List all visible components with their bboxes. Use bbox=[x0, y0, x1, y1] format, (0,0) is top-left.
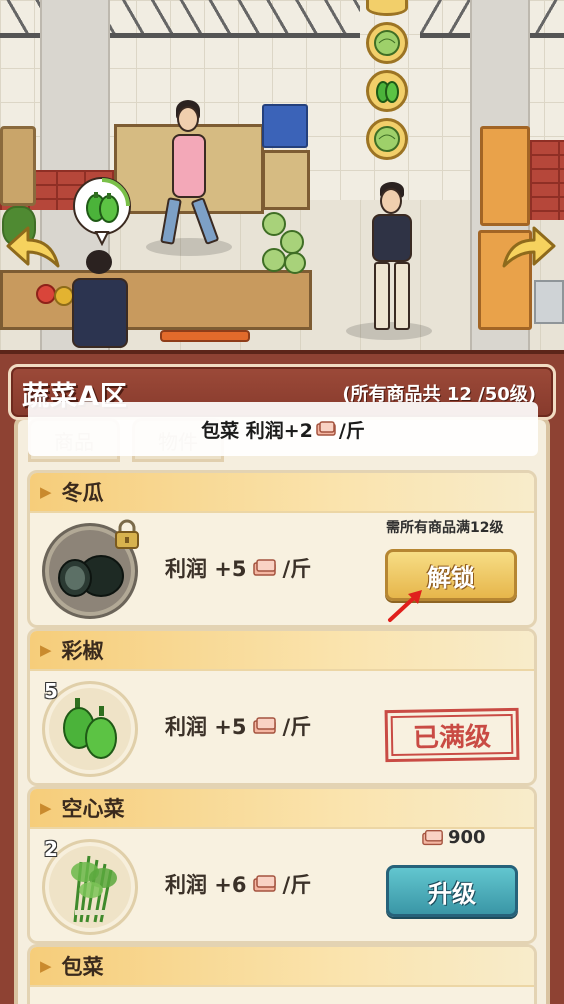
profit-toast: 包菜 利润+2 /斤 bbox=[28, 402, 538, 456]
max-level-stamp: 已满级 bbox=[384, 707, 520, 763]
pepper-token bbox=[366, 70, 408, 112]
profit-unit: /斤 bbox=[282, 873, 312, 897]
product-name: 彩椒 bbox=[61, 639, 104, 663]
shopkeeper bbox=[64, 250, 134, 350]
toast-text: 包菜 利润+2 bbox=[201, 419, 313, 442]
profit-unit: /斤 bbox=[282, 557, 312, 581]
profit-unit: /斤 bbox=[282, 715, 312, 739]
product-name: 冬瓜 bbox=[61, 481, 104, 505]
product-name: 空心菜 bbox=[61, 797, 125, 821]
customer-walking bbox=[150, 98, 230, 248]
water-spinach-icon bbox=[71, 855, 117, 923]
product-queue bbox=[366, 0, 412, 166]
card-header: ▶ 包菜 bbox=[30, 947, 534, 987]
card-header: ▶ 彩椒 bbox=[30, 631, 534, 671]
order-bubble[interactable] bbox=[72, 176, 132, 247]
blue-crate bbox=[262, 104, 308, 148]
cabbage-token bbox=[366, 118, 408, 160]
pointer-arrow-icon bbox=[388, 590, 422, 622]
card-body: 5 利润 +5 /斤 已满级 bbox=[30, 671, 534, 783]
chevron-right-icon: ▶ bbox=[40, 641, 52, 659]
chevron-right-icon: ▶ bbox=[40, 483, 52, 501]
product-card-winter-melon: ▶ 冬瓜 利润 +5 /斤 需所有商品满12级 解锁 bbox=[27, 470, 537, 628]
bell-pepper-icon bbox=[63, 698, 117, 759]
brick-wall bbox=[530, 140, 564, 220]
profit-value: 利润 +5 bbox=[165, 557, 247, 581]
profit-text: 利润 +6 /斤 bbox=[165, 869, 311, 899]
cost-value: 900 bbox=[448, 827, 486, 848]
toast-unit: /斤 bbox=[338, 419, 365, 442]
product-level: 5 bbox=[44, 679, 58, 703]
cash-bill-icon bbox=[422, 829, 443, 845]
cash-bill-icon bbox=[316, 421, 336, 436]
shelf bbox=[0, 126, 36, 206]
card-header: ▶ 空心菜 bbox=[30, 789, 534, 829]
upgrade-cost: 900 bbox=[422, 827, 486, 848]
profit-value: 利润 +6 bbox=[165, 873, 247, 897]
product-name: 包菜 bbox=[61, 955, 104, 979]
product-level: 2 bbox=[44, 837, 58, 861]
chevron-right-icon: ▶ bbox=[40, 799, 52, 817]
product-card-bell-pepper: ▶ 彩椒 5 利润 +5 /斤 已满级 bbox=[27, 628, 537, 786]
stall-counter bbox=[262, 150, 310, 210]
lock-icon bbox=[115, 519, 139, 549]
card-header: ▶ 冬瓜 bbox=[30, 473, 534, 513]
cash-bill-icon bbox=[252, 875, 276, 892]
shop-scene bbox=[0, 0, 564, 350]
orange-cabinet bbox=[480, 126, 530, 226]
cabbage bbox=[262, 248, 286, 272]
profit-value: 利润 +5 bbox=[165, 715, 247, 739]
card-body: 利润 +5 /斤 需所有商品满12级 解锁 bbox=[30, 513, 534, 625]
product-card-cabbage: ▶ 包菜 bbox=[27, 944, 537, 1004]
cabbage bbox=[280, 230, 304, 254]
tomato bbox=[36, 284, 56, 304]
carrots bbox=[160, 330, 250, 342]
product-card-water-spinach: ▶ 空心菜 2 利润 +6 /斤 900 升级 bbox=[27, 786, 537, 944]
cash-bill-icon bbox=[252, 559, 276, 576]
cash-bill-icon bbox=[252, 717, 276, 734]
forward-arrow-icon[interactable] bbox=[500, 222, 558, 272]
back-arrow-icon[interactable] bbox=[4, 222, 62, 272]
customer-standing bbox=[364, 180, 420, 340]
unlock-requirement: 需所有商品满12级 bbox=[386, 520, 504, 536]
profit-text: 利润 +5 /斤 bbox=[165, 711, 311, 741]
coin-token bbox=[366, 0, 408, 16]
cabbage bbox=[262, 212, 286, 236]
card-body: 2 利润 +6 /斤 900 升级 bbox=[30, 827, 534, 941]
upgrade-button[interactable]: 升级 bbox=[386, 865, 518, 917]
cabbage bbox=[284, 252, 306, 274]
cabbage-token bbox=[366, 22, 408, 64]
zone-panel: 蔬菜A区 (所有商品共 12 /50级) 商品 物件 包菜 利润+2 /斤 ▶ … bbox=[0, 350, 564, 1004]
profit-text: 利润 +5 /斤 bbox=[165, 553, 311, 583]
machine bbox=[534, 280, 564, 324]
chevron-right-icon: ▶ bbox=[40, 957, 52, 975]
